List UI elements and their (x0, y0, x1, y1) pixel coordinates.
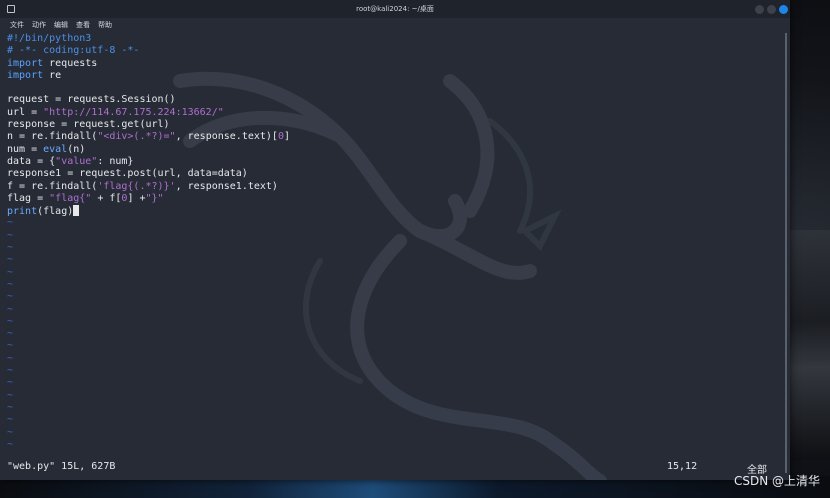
empty-line-marker: ~ (7, 401, 14, 413)
empty-line-marker: ~ (7, 229, 14, 241)
csdn-watermark: CSDN @上清华 (733, 474, 820, 488)
status-file-info: "web.py" 15L, 627B (7, 461, 116, 472)
menu-bar: 文件 动作 编辑 查看 帮助 (0, 18, 790, 31)
empty-line-marker: ~ (7, 266, 14, 278)
code-token: #!/bin/python3 (7, 33, 92, 44)
menu-actions[interactable]: 动作 (32, 20, 46, 30)
code-token: data = { (7, 155, 56, 167)
window-title: root@kali2024: ~/桌面 (356, 5, 434, 13)
code-token: num = (7, 143, 44, 155)
code-token: flag = (7, 192, 50, 204)
empty-line-marker: ~ (7, 340, 14, 352)
code-token: n = re.findall( (7, 131, 98, 143)
code-line: import re (7, 70, 290, 82)
code-token: requests (43, 57, 98, 69)
code-token: ] (283, 131, 291, 143)
code-token: "value" (55, 155, 98, 167)
menu-edit[interactable]: 编辑 (54, 20, 68, 30)
maximize-icon[interactable] (767, 5, 776, 14)
terminal-icon (6, 4, 16, 14)
code-token: import (7, 57, 44, 69)
code-line: num = eval(n) (7, 144, 290, 156)
terminal-window[interactable]: root@kali2024: ~/桌面 文件 动作 编辑 查看 帮助 #!/bi… (0, 0, 790, 480)
desktop: root@kali2024: ~/桌面 文件 动作 编辑 查看 帮助 #!/bi… (0, 0, 830, 498)
code-line: #!/bin/python3 (7, 33, 290, 45)
empty-line-marker: ~ (7, 438, 14, 450)
empty-line-marker: ~ (7, 315, 14, 327)
code-token: , response1.text) (175, 180, 278, 192)
code-line: response = request.get(url) (7, 119, 290, 131)
empty-line-marker: ~ (7, 414, 14, 426)
menu-file[interactable]: 文件 (10, 20, 24, 30)
code-line: data = {"value": num} (7, 156, 290, 168)
empty-line-marker: ~ (7, 328, 14, 340)
code-token: url = (7, 106, 44, 118)
scrollbar[interactable] (782, 31, 790, 480)
status-cursor-position: 15,12 (667, 461, 698, 472)
code-line: url = "http://114.67.175.224:13662/" (7, 107, 290, 119)
empty-line-marker: ~ (7, 365, 14, 377)
code-token: "<div>(.*?)=" (97, 131, 176, 143)
minimize-icon[interactable] (755, 5, 764, 14)
empty-line-marker: ~ (7, 377, 14, 389)
code-token: + f[ (91, 192, 122, 204)
close-icon[interactable] (779, 5, 788, 14)
code-token: re (43, 69, 62, 81)
empty-line-marker: ~ (7, 291, 14, 303)
code-token: 'flag{(.*?)}' (97, 180, 176, 192)
empty-line-marker: ~ (7, 426, 14, 438)
code-token: response = request.get(url) (7, 119, 170, 131)
code-area[interactable]: #!/bin/python3 # -*- coding:utf-8 -*- impo… (7, 33, 290, 451)
vim-editor[interactable]: #!/bin/python3 # -*- coding:utf-8 -*- impo… (0, 31, 782, 480)
code-token: (n) (67, 143, 86, 155)
code-line: flag = "flag{" + f[0] +"}" (7, 193, 290, 205)
menu-view[interactable]: 查看 (76, 20, 90, 30)
vim-status-line: "web.py" 15L, 627B 15,12 全部 (7, 461, 777, 476)
empty-line-marker: ~ (7, 278, 14, 290)
code-line: n = re.findall("<div>(.*?)=", response.t… (7, 131, 290, 143)
empty-line-marker: ~ (7, 254, 14, 266)
code-line: # -*- coding:utf-8 -*- (7, 45, 290, 57)
scrollbar-thumb[interactable] (785, 33, 787, 473)
code-token: print (7, 206, 38, 218)
code-token: ] + (127, 192, 146, 204)
code-token: "http://114.67.175.224:13662/" (43, 106, 224, 118)
code-line: import requests (7, 58, 290, 70)
code-token: request = requests.Session() (7, 94, 176, 106)
code-token: : num} (97, 155, 134, 167)
code-token: , response.text)[ (175, 131, 278, 143)
code-line: request = requests.Session() (7, 94, 290, 106)
code-token: response1 = request.post(url, data=data) (7, 168, 248, 180)
code-token: import (7, 69, 44, 81)
code-token: "flag{" (49, 192, 92, 204)
code-token: "}" (145, 192, 164, 204)
code-line: print(flag) (7, 205, 290, 217)
code-token: f = re.findall( (7, 180, 98, 192)
code-line: f = re.findall('flag{(.*?)}', response1.… (7, 181, 290, 193)
empty-line-marker: ~ (7, 389, 14, 401)
text-cursor (73, 205, 80, 217)
empty-line-marker: ~ (7, 242, 14, 254)
code-token: # -*- coding:utf-8 -*- (7, 45, 140, 57)
menu-help[interactable]: 帮助 (98, 20, 112, 30)
code-token: eval (43, 143, 68, 155)
code-token: (flag) (37, 206, 74, 218)
title-bar[interactable]: root@kali2024: ~/桌面 (0, 0, 790, 18)
empty-line-marker: ~ (7, 303, 14, 315)
empty-line-marker: ~ (7, 217, 14, 229)
empty-line-marker: ~ (7, 352, 14, 364)
code-line: response1 = request.post(url, data=data) (7, 168, 290, 180)
